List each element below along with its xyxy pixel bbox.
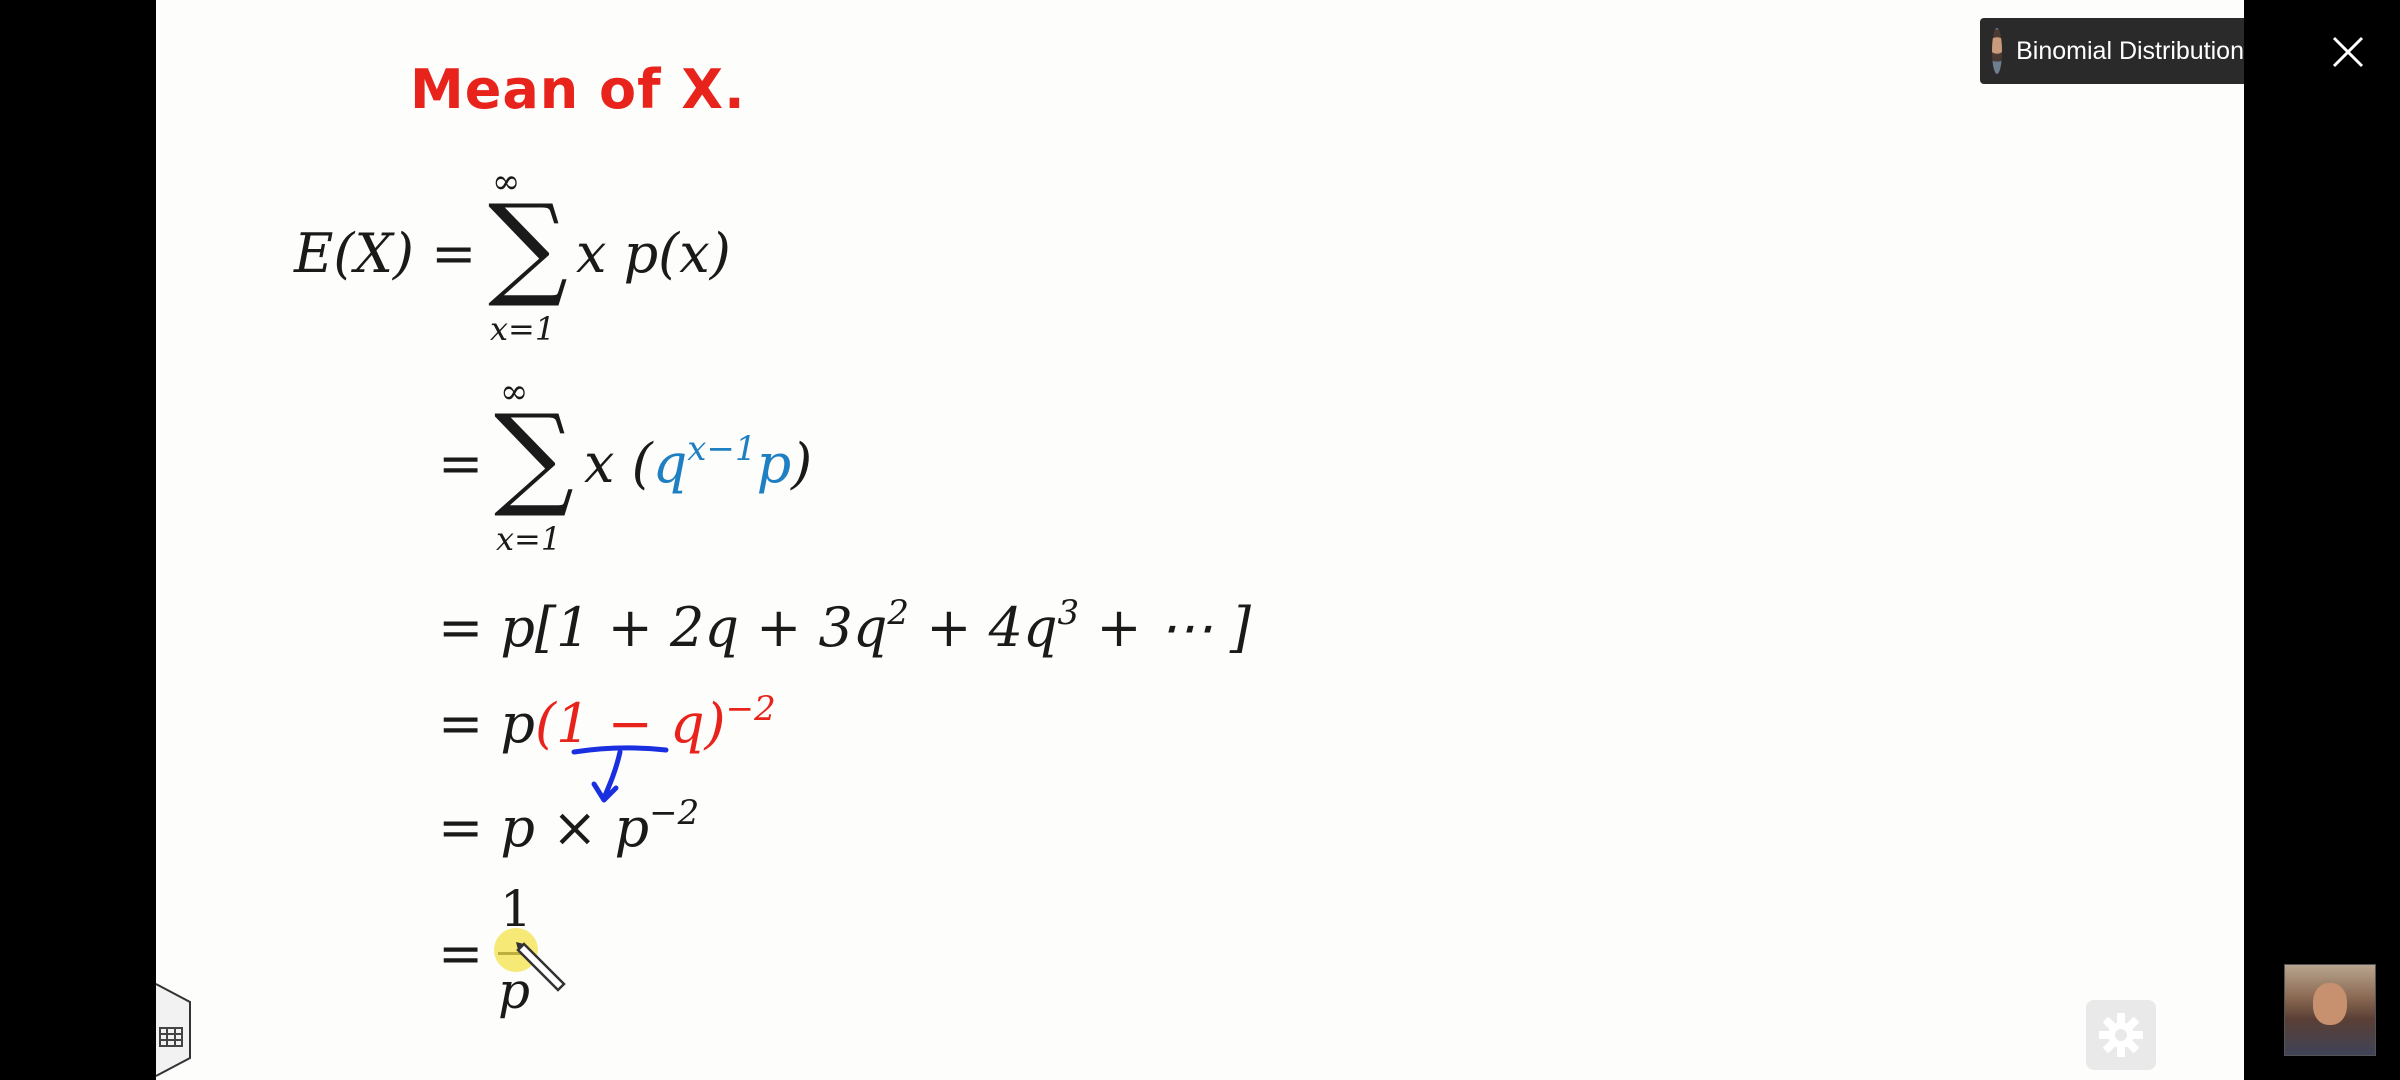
video-title-chip[interactable]: Binomial Distribution (1980, 18, 2244, 84)
grid-tool-button[interactable] (120, 980, 192, 1080)
eq2-equals: = (438, 432, 484, 495)
eq2-sum-lower: x=1 (496, 520, 562, 558)
pen-cursor-icon (494, 928, 566, 992)
slide-title: Mean of X. (410, 58, 746, 121)
slide-canvas: Mean of X. E(X) = ∞ ∑ x=1 x p(x) = ∞ ∑ x… (156, 0, 2244, 1080)
ink-annotation (571, 745, 669, 803)
eq2-rhs: x (qx−1p) (584, 429, 813, 495)
presenter-webcam-thumbnail (2284, 964, 2376, 1056)
close-icon[interactable] (2326, 30, 2370, 74)
video-title: Binomial Distribution (2016, 36, 2244, 65)
eq1-lhs: E(X) = (294, 222, 477, 285)
eq3: = p[1 + 2q + 3q2 + 4q3 + ⋯ ] (438, 593, 1251, 659)
settings-button[interactable] (2086, 1000, 2156, 1070)
eq2-sigma: ∑ (494, 391, 574, 521)
eq1-sigma: ∑ (488, 181, 568, 311)
eq1-rhs: x p(x) (576, 222, 731, 285)
gear-icon (2099, 1013, 2143, 1057)
eq1-sum-lower: x=1 (490, 310, 556, 348)
eq6-equals: = (438, 922, 484, 985)
channel-avatar (1992, 28, 2003, 74)
presenter-face (2313, 983, 2347, 1025)
